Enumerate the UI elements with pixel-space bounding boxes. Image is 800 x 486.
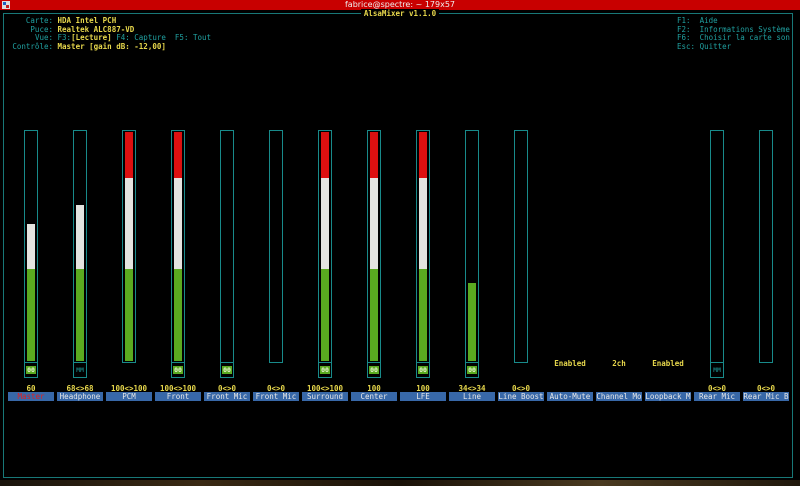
channel-name[interactable]: Channel Mo [596, 392, 642, 401]
volume-fill [174, 132, 182, 178]
volume-bar[interactable] [465, 130, 479, 363]
desktop-wallpaper [0, 480, 800, 486]
channel-name[interactable]: Line Boost [498, 392, 544, 401]
mute-toggle[interactable]: 00 [171, 363, 185, 378]
volume-fill [125, 269, 133, 361]
mute-state: MM [713, 366, 721, 374]
volume-fill [419, 132, 427, 178]
enum-value: Enabled [554, 359, 586, 368]
volume-fill [125, 132, 133, 178]
enum-value: 2ch [612, 359, 626, 368]
channel-name[interactable]: Loopback M [645, 392, 691, 401]
volume-bar[interactable] [367, 130, 381, 363]
volume-fill [76, 205, 84, 270]
volume-bar[interactable] [416, 130, 430, 363]
mute-toggle[interactable]: MM [73, 363, 87, 378]
mute-state: 00 [418, 366, 428, 374]
info-panel: Carte: HDA Intel PCH Puce: Realtek ALC88… [8, 16, 211, 52]
volume-fill [321, 177, 329, 270]
mute-state: 00 [26, 366, 36, 374]
volume-fill [125, 177, 133, 270]
channel-name[interactable]: Auto-Mute [547, 392, 593, 401]
help-f1: F1: Aide [677, 16, 718, 25]
mute-toggle[interactable]: 00 [465, 363, 479, 378]
mute-toggle[interactable]: 00 [318, 363, 332, 378]
volume-bar[interactable] [269, 130, 283, 363]
mute-toggle[interactable]: MM [710, 363, 724, 378]
terminal-app-icon[interactable] [2, 1, 10, 9]
channel-name[interactable]: LFE [400, 392, 446, 401]
mute-state: 00 [467, 366, 477, 374]
volume-fill [27, 223, 35, 270]
volume-fill [27, 269, 35, 361]
mute-state: 00 [222, 366, 232, 374]
control-label: Contrôle: [12, 42, 53, 52]
channel-name[interactable]: Headphone [57, 392, 103, 401]
volume-fill [370, 269, 378, 361]
mute-state: 00 [369, 366, 379, 374]
volume-fill [76, 269, 84, 361]
volume-bar[interactable] [514, 130, 528, 363]
view-playback[interactable]: [Lecture] [71, 33, 112, 43]
enum-value: Enabled [652, 359, 684, 368]
view-f3-key: F3: [57, 33, 72, 43]
volume-bar[interactable] [171, 130, 185, 363]
volume-bar[interactable] [220, 130, 234, 363]
channel-name[interactable]: Master [8, 392, 54, 401]
channel-name[interactable]: Rear Mic B [743, 392, 789, 401]
volume-bar[interactable] [710, 130, 724, 363]
volume-fill [370, 177, 378, 270]
channel-name[interactable]: Center [351, 392, 397, 401]
volume-bar[interactable] [122, 130, 136, 363]
volume-fill [370, 132, 378, 178]
channel-name[interactable]: Line [449, 392, 495, 401]
help-f6: F6: Choisir la carte son [677, 33, 790, 43]
channel-name[interactable]: Rear Mic [694, 392, 740, 401]
channel-name[interactable]: Front [155, 392, 201, 401]
volume-fill [321, 269, 329, 361]
mute-toggle[interactable]: 00 [416, 363, 430, 378]
volume-fill [174, 269, 182, 361]
volume-fill [419, 269, 427, 361]
volume-fill [321, 132, 329, 178]
card-value: HDA Intel PCH [57, 16, 117, 25]
mute-state: 00 [320, 366, 330, 374]
channel-name[interactable]: Front Mic [253, 392, 299, 401]
volume-bar[interactable] [759, 130, 773, 363]
mute-state: 00 [173, 366, 183, 374]
channel-name[interactable]: PCM [106, 392, 152, 401]
mute-state: MM [76, 366, 84, 374]
channel-name[interactable]: Front Mic [204, 392, 250, 401]
chip-value: Realtek ALC887-VD [57, 24, 135, 34]
help-esc: Esc: Quitter [677, 42, 732, 52]
mute-toggle[interactable]: 00 [367, 363, 381, 378]
control-value: Master [gain dB: -12,00] [57, 42, 166, 52]
channel-name[interactable]: Surround [302, 392, 348, 401]
volume-bar[interactable] [24, 130, 38, 363]
volume-fill [419, 177, 427, 270]
volume-fill [174, 177, 182, 270]
window-title: fabrice@spectre: ~ 179x57 [344, 0, 456, 9]
view-capture[interactable]: F4: Capture [116, 33, 166, 43]
help-f2: F2: Informations Système [677, 24, 790, 34]
view-all[interactable]: F5: Tout [175, 33, 211, 43]
mute-toggle[interactable]: 00 [220, 363, 234, 378]
app-title-text: AlsaMixer v1.1.0 [360, 9, 440, 18]
volume-bar[interactable] [318, 130, 332, 363]
volume-fill [468, 283, 476, 361]
help-panel: F1: Aide F2: Informations Système F6: Ch… [677, 16, 790, 52]
mute-toggle[interactable]: 00 [24, 363, 38, 378]
volume-bar[interactable] [73, 130, 87, 363]
